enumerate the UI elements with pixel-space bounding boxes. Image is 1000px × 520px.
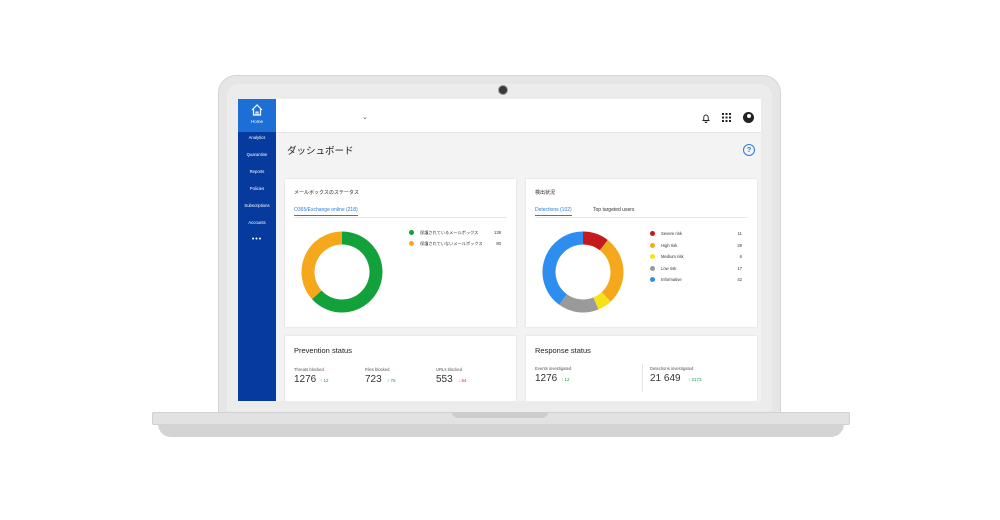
legend-value: 29 [737,242,742,248]
legend-label: Low risk [661,265,677,271]
legend-label: Severe risk [661,231,682,236]
stat-label: Threats blocked [294,367,324,372]
bell-icon[interactable] [701,113,711,123]
donut-slice-severe-risk [582,231,608,251]
response-status-card: Response status Events investigated 1276… [526,336,757,401]
app-launcher-icon[interactable] [722,113,731,122]
legend-value: 42 [737,277,742,282]
legend-value: 11 [737,231,742,236]
sidebar-item-analytics[interactable]: Analytics [238,135,276,140]
stat-value: 1276 [294,374,317,385]
stat-delta: ↑ 12 [320,378,329,383]
sidebar-item-home[interactable]: Home [238,99,276,132]
mailbox-status-card: メールボックスのステータス O365/Exchange online (218)… [285,179,516,327]
legend-dot [650,265,655,271]
legend-item: Informative [650,276,682,283]
mailbox-donut-chart [301,231,383,313]
stat-value: 21 649 [650,373,681,384]
legend-dot [650,231,655,237]
stat-label: URLs blocked [436,367,463,372]
tab-o365-exchange[interactable]: O365/Exchange online (218) [294,207,358,216]
camera-icon [498,85,508,95]
tab-divider [294,217,507,218]
stat-value: 1276 [535,373,558,384]
legend-item: Low risk [650,265,676,272]
legend-label: 保護されていないメールボックス [420,241,483,246]
prevention-status-card: Prevention status Threats blocked 1276 ↑… [285,336,516,401]
tab-top-targeted-users[interactable]: Top targeted users [593,207,634,215]
sidebar-more-button[interactable]: ••• [238,236,276,243]
legend-dot [409,230,414,236]
sidebar-item-policies[interactable]: Policies [238,186,276,191]
sidebar-item-subscriptions[interactable]: Subscriptions [238,203,276,208]
legend-item: 保護されているメールボックス [409,229,478,236]
legend-dot [650,242,655,248]
legend-value: 138 [494,230,501,235]
tab-detections[interactable]: Detections (102) [535,207,572,216]
sidebar-item-quarantine[interactable]: Quarantine [238,152,276,157]
legend-dot [409,241,414,247]
chevron-down-icon[interactable]: ⌄ [362,113,368,121]
stat-value: 553 [436,374,453,385]
help-icon[interactable]: ? [743,144,755,156]
donut-slice-unprotected [301,231,343,300]
stat-label: Detections investigated [650,366,694,371]
legend-label: Medium risk [661,254,684,259]
stat-label: Files blocked [365,367,390,372]
sidebar: Home Analytics Quarantine Reports Polici… [238,99,276,401]
donut-slice-high-risk [599,239,624,302]
sidebar-item-label: Home [250,119,263,124]
legend-dot [650,277,655,283]
tab-divider [535,217,748,218]
stat-delta: ↑ 2173 [688,377,702,382]
stat-divider [642,364,643,392]
page-title: ダッシュボード [287,146,354,157]
donut-slice-medium-risk [593,291,611,310]
card-title: 検出状況 [535,190,556,196]
legend-item: Severe risk [650,230,682,237]
legend-value: 80 [496,241,501,246]
legend-item: 保護されていないメールボックス [409,240,483,247]
stat-delta: ↑ 12 [561,377,570,382]
card-title: Response status [535,346,591,355]
laptop-notch [452,412,548,418]
donut-slice-informative [542,231,584,305]
sidebar-item-accounts[interactable]: Accounts [238,220,276,225]
user-avatar[interactable] [743,112,754,123]
donut-slice-low-risk [559,294,599,313]
legend-label: 保護されているメールボックス [420,230,479,235]
home-icon [251,104,263,116]
stat-value: 723 [365,374,382,385]
card-title: Prevention status [294,346,352,355]
legend-label: Informative [661,277,682,282]
top-bar: ⌄ [276,99,761,133]
stat-delta: ↓ 64 [458,378,467,383]
legend-dot [650,254,655,260]
sidebar-item-reports[interactable]: Reports [238,169,276,174]
legend-item: Medium risk [650,253,684,260]
detection-donut-chart [542,231,624,313]
legend-item: High risk [650,242,677,249]
legend-value: 17 [737,265,742,271]
card-title: メールボックスのステータス [294,190,359,196]
stat-delta: ↑ 76 [387,378,396,383]
laptop-base-lip [158,424,844,437]
screen: Home Analytics Quarantine Reports Polici… [238,99,761,401]
stat-label: Events investigated [535,366,572,371]
legend-label: High risk [661,242,678,248]
detection-status-card: 検出状況 Detections (102) Top targeted users… [526,179,757,327]
legend-value: 6 [739,254,742,259]
